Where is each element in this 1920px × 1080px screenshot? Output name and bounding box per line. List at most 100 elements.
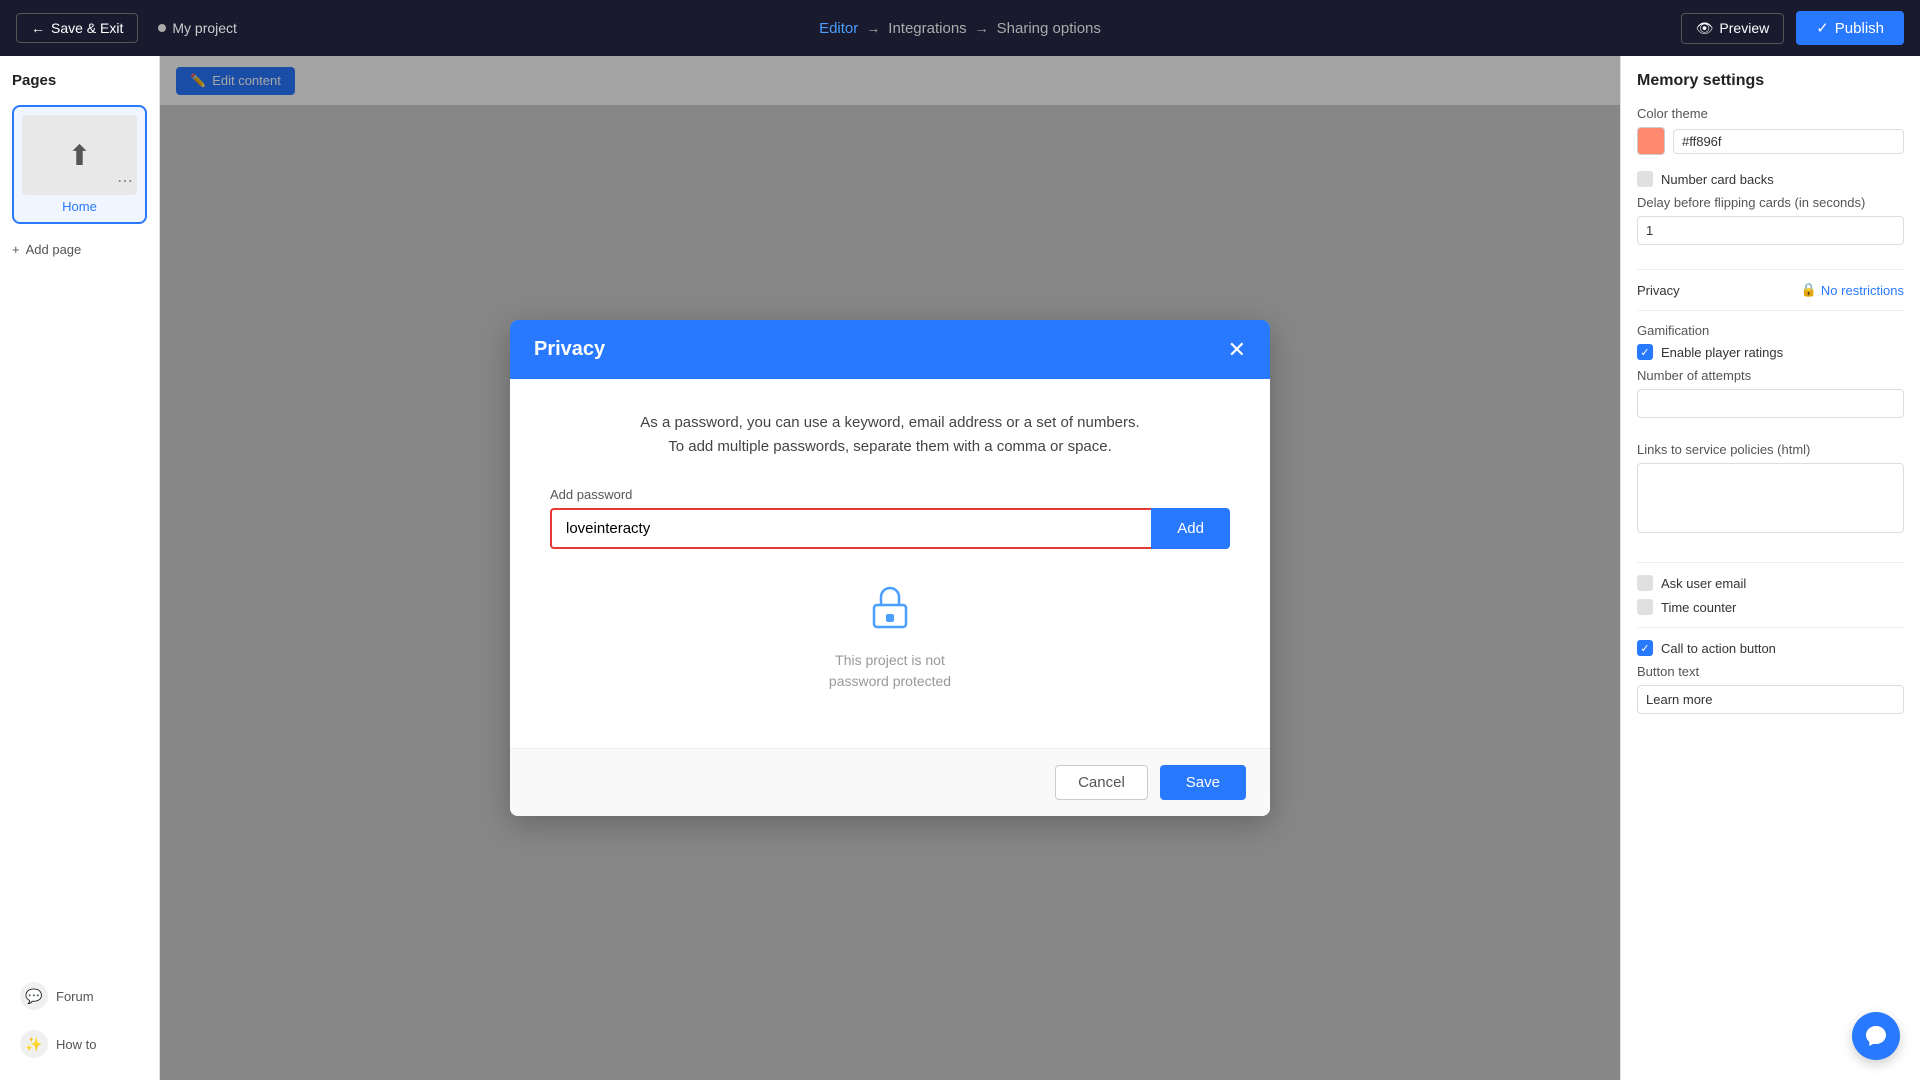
integrations-nav-step[interactable]: Integrations bbox=[888, 20, 966, 37]
project-name: My project bbox=[158, 20, 237, 36]
delay-section: Delay before flipping cards (in seconds) bbox=[1637, 195, 1904, 253]
delay-label: Delay before flipping cards (in seconds) bbox=[1637, 195, 1904, 210]
add-page-button[interactable]: + Add page bbox=[12, 236, 147, 263]
project-name-label: My project bbox=[172, 20, 237, 36]
eye-icon: 👁 bbox=[1696, 20, 1714, 37]
how-to-label: How to bbox=[56, 1037, 96, 1052]
button-text-section: Button text bbox=[1637, 664, 1904, 722]
arrow-left-icon: ← bbox=[31, 20, 45, 36]
center-area: ✏️ Edit content Privacy ✕ As a password,… bbox=[160, 56, 1620, 1080]
lock-small-icon: 🔒 bbox=[1801, 282, 1817, 298]
preview-label: Preview bbox=[1719, 20, 1769, 36]
modal-desc-line2: To add multiple passwords, separate them… bbox=[550, 435, 1230, 459]
privacy-row: Privacy 🔒 No restrictions bbox=[1637, 282, 1904, 298]
time-counter-label: Time counter bbox=[1661, 600, 1736, 615]
add-password-button[interactable]: Add bbox=[1151, 508, 1230, 549]
left-sidebar: Pages ⬆ ⋯ Home + Add page 💬 Forum ✨ How … bbox=[0, 56, 160, 1080]
home-page-label: Home bbox=[22, 199, 137, 214]
ask-email-row: Ask user email bbox=[1637, 575, 1904, 591]
pages-title: Pages bbox=[12, 72, 147, 89]
color-hex-input[interactable] bbox=[1673, 129, 1904, 154]
modal-description: As a password, you can use a keyword, em… bbox=[550, 411, 1230, 459]
attempts-section: Number of attempts bbox=[1637, 368, 1904, 426]
empty-text-line2: password protected bbox=[829, 673, 951, 689]
arrow-right-icon-2: → bbox=[975, 20, 989, 36]
modal-header: Privacy ✕ bbox=[510, 320, 1270, 379]
modal-close-button[interactable]: ✕ bbox=[1228, 339, 1246, 361]
publish-button[interactable]: ✓ Publish bbox=[1796, 11, 1904, 45]
number-card-backs-checkbox[interactable] bbox=[1637, 171, 1653, 187]
cancel-button[interactable]: Cancel bbox=[1055, 765, 1148, 800]
ask-email-label: Ask user email bbox=[1661, 576, 1746, 591]
divider-4 bbox=[1637, 627, 1904, 628]
check-mark-2: ✓ bbox=[1640, 642, 1649, 655]
plus-icon: + bbox=[12, 242, 20, 257]
home-thumb-icon: ⬆ bbox=[68, 139, 91, 172]
button-text-input[interactable] bbox=[1637, 685, 1904, 714]
sidebar-bottom: 💬 Forum ✨ How to bbox=[12, 976, 147, 1064]
privacy-label: Privacy bbox=[1637, 283, 1680, 298]
time-counter-row: Time counter bbox=[1637, 599, 1904, 615]
forum-label: Forum bbox=[56, 989, 94, 1004]
how-to-link[interactable]: ✨ How to bbox=[12, 1024, 147, 1064]
color-theme-label: Color theme bbox=[1637, 106, 1904, 121]
button-text-label: Button text bbox=[1637, 664, 1904, 679]
color-theme-section: Color theme bbox=[1637, 106, 1904, 155]
topbar: ← Save & Exit My project Editor → Integr… bbox=[0, 0, 1920, 56]
forum-icon: 💬 bbox=[20, 982, 48, 1010]
call-to-action-label: Call to action button bbox=[1661, 641, 1776, 656]
topbar-left: ← Save & Exit My project bbox=[16, 13, 237, 43]
messenger-bubble[interactable] bbox=[1852, 1012, 1900, 1060]
check-icon: ✓ bbox=[1816, 19, 1829, 37]
main-layout: Pages ⬆ ⋯ Home + Add page 💬 Forum ✨ How … bbox=[0, 56, 1920, 1080]
messenger-icon bbox=[1864, 1024, 1888, 1048]
modal-body: As a password, you can use a keyword, em… bbox=[510, 379, 1270, 748]
delay-input[interactable] bbox=[1637, 216, 1904, 245]
service-policies-textarea[interactable] bbox=[1637, 463, 1904, 533]
save-exit-label: Save & Exit bbox=[51, 20, 123, 36]
time-counter-checkbox[interactable] bbox=[1637, 599, 1653, 615]
number-card-backs-label: Number card backs bbox=[1661, 172, 1774, 187]
save-exit-button[interactable]: ← Save & Exit bbox=[16, 13, 138, 43]
editor-nav-step[interactable]: Editor bbox=[819, 20, 858, 37]
ask-email-checkbox[interactable] bbox=[1637, 575, 1653, 591]
panel-title: Memory settings bbox=[1637, 72, 1904, 90]
how-to-icon: ✨ bbox=[20, 1030, 48, 1058]
color-row bbox=[1637, 127, 1904, 155]
topbar-center: Editor → Integrations → Sharing options bbox=[819, 20, 1101, 37]
number-card-backs-row: Number card backs bbox=[1637, 171, 1904, 187]
modal-empty-state: This project is not password protected bbox=[550, 549, 1230, 716]
lock-icon-container bbox=[864, 581, 916, 638]
no-restrictions-label: No restrictions bbox=[1821, 283, 1904, 298]
color-swatch[interactable] bbox=[1637, 127, 1665, 155]
right-panel: Memory settings Color theme Number card … bbox=[1620, 56, 1920, 1080]
enable-ratings-row: ✓ Enable player ratings bbox=[1637, 344, 1904, 360]
enable-ratings-label: Enable player ratings bbox=[1661, 345, 1783, 360]
service-policies-label: Links to service policies (html) bbox=[1637, 442, 1904, 457]
home-page-thumb: ⬆ ⋯ bbox=[22, 115, 137, 195]
add-page-label: Add page bbox=[26, 242, 82, 257]
password-input[interactable] bbox=[550, 508, 1151, 549]
forum-link[interactable]: 💬 Forum bbox=[12, 976, 147, 1016]
sharing-options-nav-step[interactable]: Sharing options bbox=[997, 20, 1101, 37]
modal-title: Privacy bbox=[534, 338, 605, 361]
enable-ratings-checkbox[interactable]: ✓ bbox=[1637, 344, 1653, 360]
no-restrictions-value[interactable]: 🔒 No restrictions bbox=[1801, 282, 1904, 298]
divider-3 bbox=[1637, 562, 1904, 563]
modal-desc-line1: As a password, you can use a keyword, em… bbox=[550, 411, 1230, 435]
privacy-modal: Privacy ✕ As a password, you can use a k… bbox=[510, 320, 1270, 816]
call-to-action-checkbox[interactable]: ✓ bbox=[1637, 640, 1653, 656]
attempts-input[interactable] bbox=[1637, 389, 1904, 418]
service-policies-section: Links to service policies (html) bbox=[1637, 442, 1904, 546]
home-page-item[interactable]: ⬆ ⋯ Home bbox=[12, 105, 147, 224]
modal-footer: Cancel Save bbox=[510, 748, 1270, 816]
page-thumb-dots: ⋯ bbox=[117, 171, 133, 191]
check-mark: ✓ bbox=[1640, 346, 1649, 359]
empty-text-line1: This project is not bbox=[835, 652, 945, 668]
save-button[interactable]: Save bbox=[1160, 765, 1246, 800]
publish-label: Publish bbox=[1835, 20, 1884, 37]
modal-input-row: Add bbox=[550, 508, 1230, 549]
preview-button[interactable]: 👁 Preview bbox=[1681, 13, 1785, 44]
modal-overlay: Privacy ✕ As a password, you can use a k… bbox=[160, 56, 1620, 1080]
arrow-right-icon-1: → bbox=[866, 20, 880, 36]
